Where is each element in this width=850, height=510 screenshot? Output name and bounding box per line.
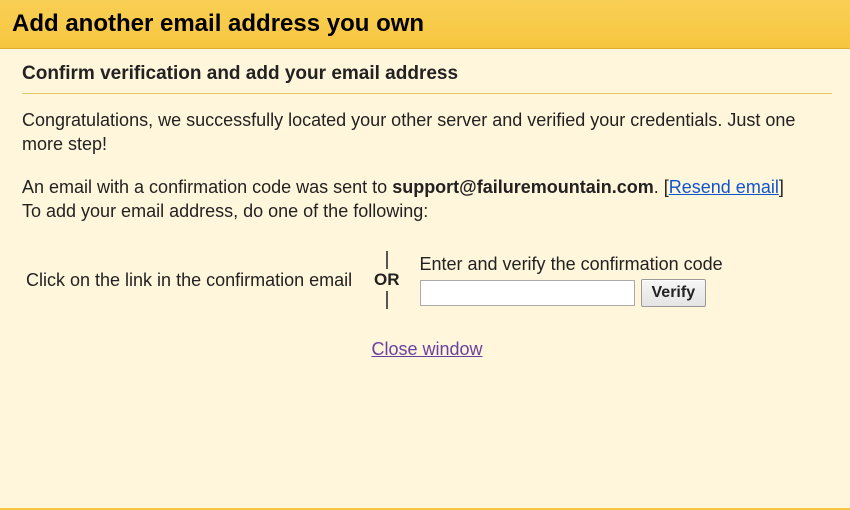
dialog-content: Confirm verification and add your email … [0,49,850,510]
or-bar-top [386,251,388,269]
sent-close-bracket: ] [779,177,784,197]
congrats-text: Congratulations, we successfully located… [22,108,832,157]
sent-info: An email with a confirmation code was se… [22,175,832,224]
or-label: OR [374,269,400,291]
dialog-title: Add another email address you own [12,10,838,38]
instruction-line2: To add your email address, do one of the… [22,201,428,221]
dialog-titlebar: Add another email address you own [0,0,850,49]
confirmation-code-input[interactable] [420,280,635,306]
option-click-link: Click on the link in the confirmation em… [26,268,374,292]
sent-email: support@failuremountain.com [392,177,654,197]
or-separator: OR [374,251,400,309]
divider [22,93,832,94]
option-enter-code: Enter and verify the confirmation code V… [408,254,833,307]
close-row: Close window [22,339,832,360]
subheading: Confirm verification and add your email … [22,63,832,85]
verify-button[interactable]: Verify [641,279,707,307]
sent-suffix: . [ [654,177,669,197]
option-right-label: Enter and verify the confirmation code [420,254,833,275]
resend-email-link[interactable]: Resend email [669,177,779,197]
options-row: Click on the link in the confirmation em… [26,251,832,309]
dialog-window: Add another email address you own Confir… [0,0,850,510]
verify-row: Verify [420,279,833,307]
or-bar-bottom [386,291,388,309]
sent-prefix: An email with a confirmation code was se… [22,177,392,197]
close-window-link[interactable]: Close window [371,339,482,359]
